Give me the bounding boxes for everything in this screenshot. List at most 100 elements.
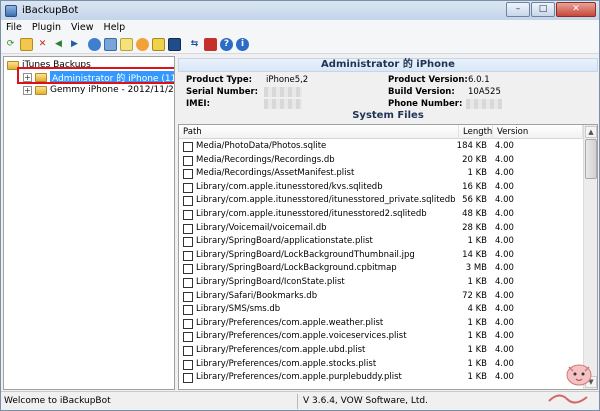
file-checkbox[interactable]: [183, 373, 193, 384]
file-row[interactable]: Library/SMS/sms.db 4 KB 4.00: [179, 303, 583, 317]
file-row[interactable]: Library/Voicemail/voicemail.db 28 KB 4.00: [179, 222, 583, 236]
scroll-up-icon[interactable]: ▲: [585, 126, 597, 138]
file-path: Library/Safari/Bookmarks.db: [196, 290, 318, 301]
file-version: 4.00: [495, 358, 514, 369]
file-checkbox[interactable]: [183, 237, 193, 248]
menu-bar: File Plugin View Help: [1, 20, 599, 35]
delete-icon[interactable]: ✕: [36, 38, 49, 51]
file-row[interactable]: Library/SpringBoard/applicationstate.pli…: [179, 235, 583, 249]
title-bar[interactable]: iBackupBot – □ ✕: [1, 1, 599, 20]
file-version: 4.00: [495, 181, 514, 192]
file-version: 4.00: [495, 168, 514, 179]
file-checkbox[interactable]: [183, 169, 193, 180]
file-length: 16 KB: [462, 181, 487, 192]
minimize-button[interactable]: –: [506, 2, 530, 17]
file-row[interactable]: Library/Preferences/com.apple.weather.pl…: [179, 317, 583, 331]
file-length: 48 KB: [462, 209, 487, 219]
file-row[interactable]: Library/com.apple.itunesstored/itunessto…: [179, 194, 583, 208]
file-row[interactable]: Media/Recordings/Recordings.db 20 KB 4.00: [179, 154, 583, 168]
file-length: 1 KB: [467, 277, 487, 287]
backup-tree[interactable]: iTunes Backups + Administrator 的 iPhone …: [3, 56, 175, 390]
terminal-icon[interactable]: [168, 37, 181, 51]
file-row[interactable]: Media/Recordings/AssetManifest.plist 1 KB…: [179, 167, 583, 181]
file-checkbox[interactable]: [183, 264, 193, 275]
file-length: 72 KB: [462, 290, 487, 301]
file-path: Library/Preferences/com.apple.stocks.pli…: [196, 358, 377, 369]
menu-plugin[interactable]: Plugin: [27, 22, 66, 33]
file-path: Library/Preferences/com.apple.weather.pl…: [196, 317, 384, 328]
file-row[interactable]: Library/Preferences/com.apple.voiceservi…: [179, 330, 583, 344]
bookmark-icon[interactable]: [152, 37, 165, 51]
menu-help[interactable]: Help: [99, 22, 131, 33]
file-checkbox[interactable]: [183, 359, 193, 370]
file-checkbox[interactable]: [183, 291, 193, 302]
file-checkbox[interactable]: [183, 318, 193, 329]
help-icon[interactable]: ?: [220, 37, 233, 51]
file-length: 184 KB: [456, 141, 487, 151]
file-version: 4.00: [495, 317, 514, 328]
tree-item-label: Gemmy iPhone - 2012/11/29 ...: [50, 85, 175, 95]
file-row[interactable]: Library/com.apple.itunesstored/itunessto…: [179, 208, 583, 222]
file-length: 1 KB: [467, 331, 487, 342]
about-icon[interactable]: i: [236, 37, 249, 51]
file-row[interactable]: Library/Preferences/com.apple.stocks.pli…: [179, 358, 583, 372]
scroll-thumb[interactable]: [585, 139, 597, 179]
vertical-scrollbar[interactable]: ▲ ▼: [583, 125, 597, 389]
transfer-icon[interactable]: ⇆: [188, 38, 201, 51]
file-path: Library/SpringBoard/IconState.plist: [196, 277, 345, 287]
file-path: Library/com.apple.itunesstored/kvs.sqlit…: [196, 181, 383, 192]
chat-icon[interactable]: [88, 37, 101, 51]
file-row[interactable]: Library/SpringBoard/LockBackground.cpbit…: [179, 262, 583, 276]
column-length[interactable]: Length: [459, 125, 493, 139]
file-row[interactable]: Library/SpringBoard/IconState.plist 1 KB 4…: [179, 276, 583, 290]
file-checkbox[interactable]: [183, 155, 193, 166]
refresh-icon[interactable]: ⟳: [4, 38, 17, 51]
file-version: 4.00: [495, 263, 514, 274]
maximize-button[interactable]: □: [531, 2, 555, 17]
file-checkbox[interactable]: [183, 250, 193, 261]
file-path: Library/Preferences/com.apple.ubd.plist: [196, 345, 366, 355]
file-checkbox[interactable]: [183, 346, 193, 356]
file-path: Library/SpringBoard/LockBackground.cpbit…: [196, 263, 397, 274]
file-checkbox[interactable]: [183, 305, 193, 316]
file-row[interactable]: Library/Preferences/com.apple.ubd.plist 1…: [179, 344, 583, 358]
file-version: 4.00: [495, 304, 514, 315]
file-checkbox[interactable]: [183, 332, 193, 343]
file-checkbox[interactable]: [183, 223, 193, 234]
file-version: 4.00: [495, 195, 514, 206]
file-checkbox[interactable]: [183, 142, 193, 152]
contacts-icon[interactable]: [104, 37, 117, 51]
serial-number-label: Serial Number:: [186, 87, 259, 97]
device-info: Product Type: iPhone5,2 Serial Number: I…: [178, 73, 598, 113]
column-version[interactable]: Version: [493, 125, 583, 139]
column-path[interactable]: Path: [179, 125, 459, 139]
file-path: Library/SpringBoard/LockBackgroundThumbn…: [196, 249, 415, 260]
notes-icon[interactable]: [120, 37, 133, 51]
file-row[interactable]: Media/PhotoData/Photos.sqlite 184 KB 4.00: [179, 140, 583, 154]
app-icon: [5, 4, 17, 17]
app-window: iBackupBot – □ ✕ File Plugin View Help ⟳…: [0, 0, 600, 411]
file-row[interactable]: Library/Preferences/com.apple.purplebudd…: [179, 371, 583, 385]
file-checkbox[interactable]: [183, 196, 193, 207]
menu-file[interactable]: File: [1, 22, 27, 33]
settings-icon[interactable]: [204, 37, 217, 51]
tree-item-gemmy-iphone[interactable]: + Gemmy iPhone - 2012/11/29 ...: [23, 84, 175, 96]
close-button[interactable]: ✕: [556, 2, 596, 17]
menu-view[interactable]: View: [66, 22, 99, 33]
file-checkbox[interactable]: [183, 182, 193, 193]
file-list[interactable]: Path Length Version Media/PhotoData/Phot…: [178, 124, 598, 390]
open-icon[interactable]: [20, 37, 33, 51]
import-icon[interactable]: ◀: [52, 38, 65, 51]
window-controls: – □ ✕: [506, 2, 596, 17]
calendar-icon[interactable]: [136, 37, 149, 51]
export-icon[interactable]: ▶: [68, 38, 81, 51]
file-checkbox[interactable]: [183, 210, 193, 220]
file-checkbox[interactable]: [183, 278, 193, 288]
status-bar: Welcome to iBackupBot V 3.6.4, VOW Softw…: [1, 391, 599, 410]
file-row[interactable]: Library/Safari/Bookmarks.db 72 KB 4.00: [179, 290, 583, 304]
file-length: 1 KB: [467, 372, 487, 383]
file-row[interactable]: Library/com.apple.itunesstored/kvs.sqlit…: [179, 181, 583, 195]
file-row[interactable]: Library/SpringBoard/LockBackgroundThumbn…: [179, 249, 583, 263]
product-version-value: 6.0.1: [468, 75, 490, 85]
expand-icon[interactable]: +: [23, 85, 32, 95]
